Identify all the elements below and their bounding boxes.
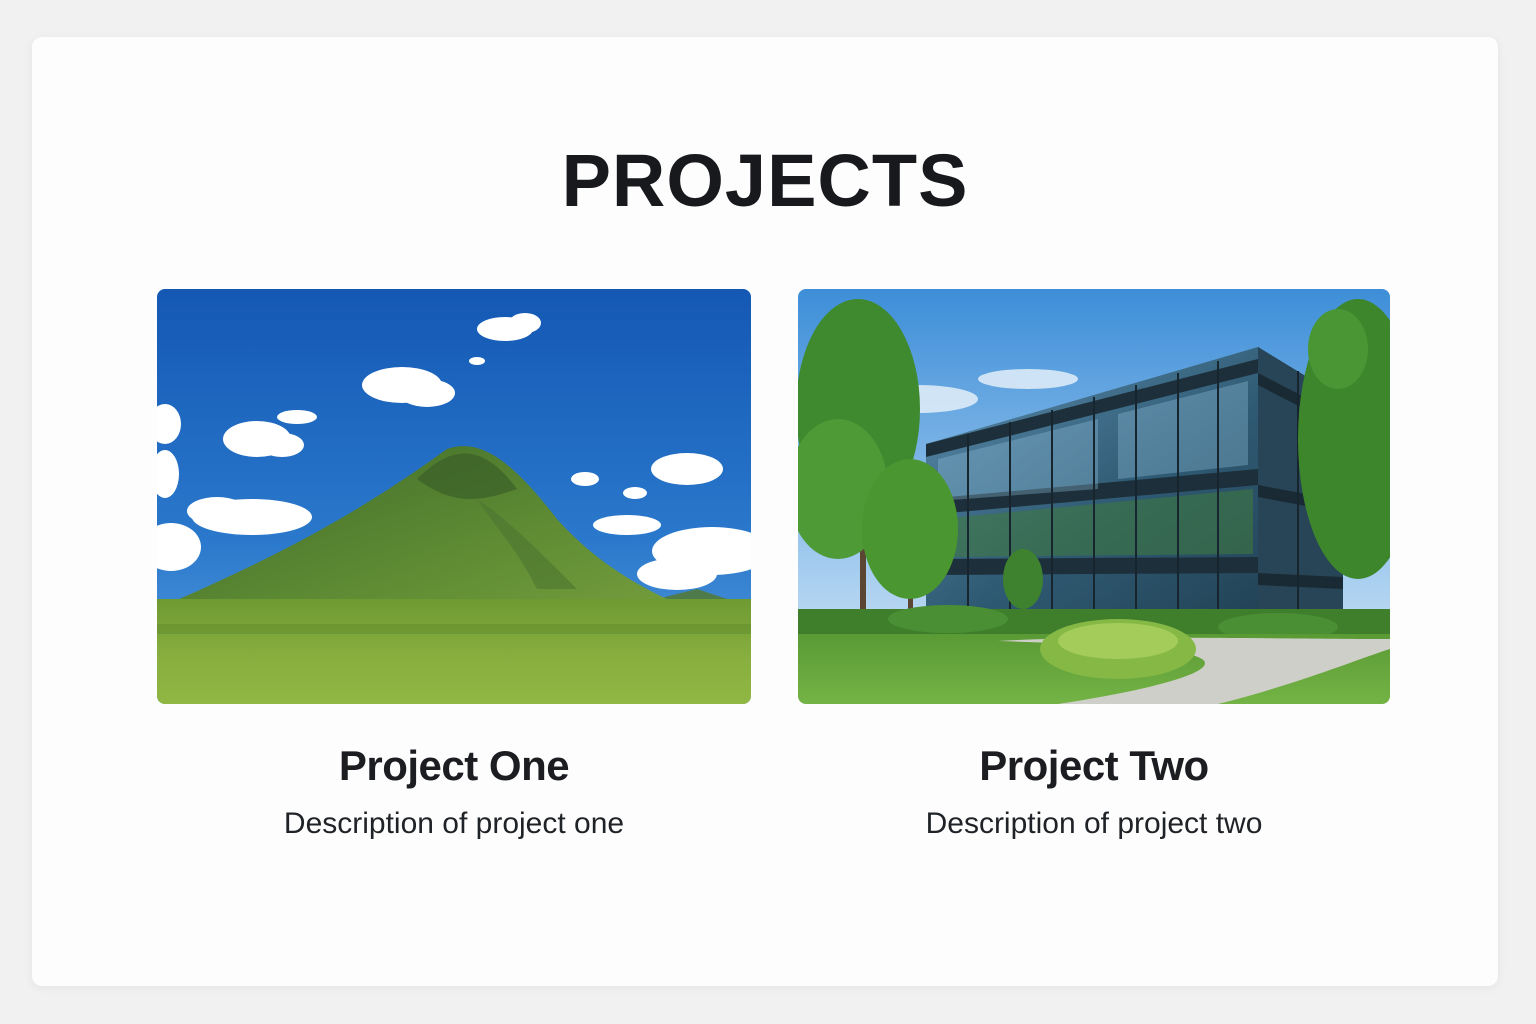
project-card-two[interactable]: Project Two Description of project two	[798, 289, 1390, 844]
page-title: PROJECTS	[561, 139, 969, 222]
project-card-one[interactable]: Project One Description of project one	[157, 289, 751, 844]
project-two-description: Description of project two	[925, 807, 1263, 840]
mountain-landscape-image	[157, 289, 751, 704]
projects-card: PROJECTS Project One Description of proj…	[32, 37, 1498, 986]
project-one-image[interactable]	[157, 289, 751, 704]
project-one-description: Description of project one	[283, 807, 625, 840]
project-two-image[interactable]	[798, 289, 1390, 704]
project-two-title[interactable]: Project Two	[798, 740, 1390, 792]
project-one-title[interactable]: Project One	[157, 740, 751, 792]
office-building-image	[798, 289, 1390, 704]
